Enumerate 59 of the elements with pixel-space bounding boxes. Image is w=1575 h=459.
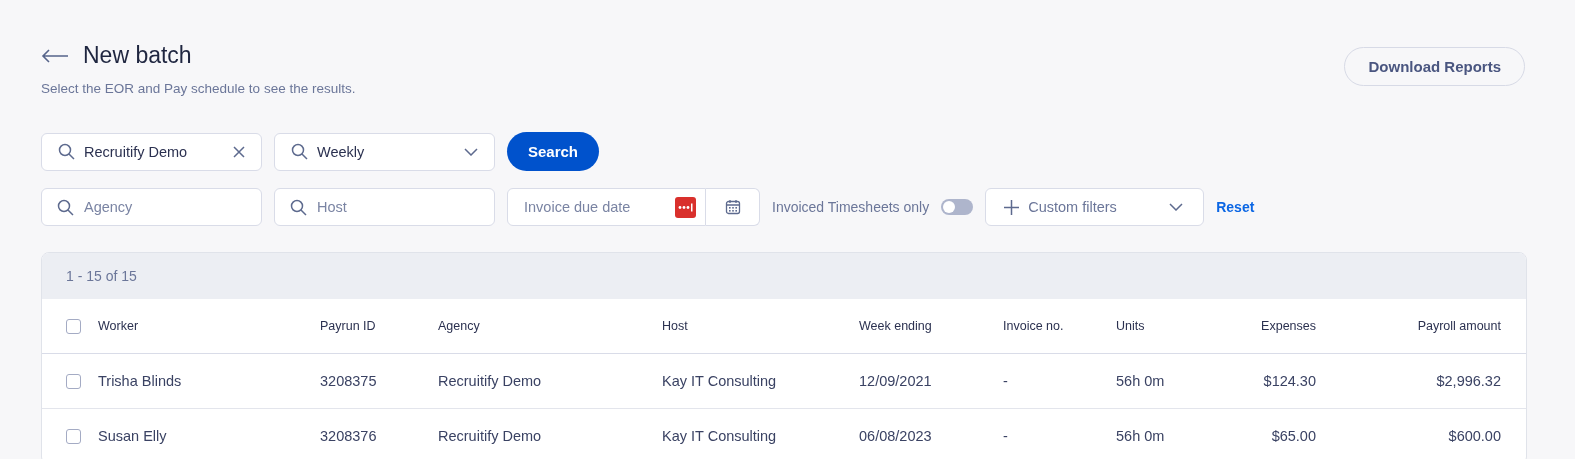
column-header: Expenses (1261, 319, 1316, 333)
column-header: Agency (438, 319, 480, 333)
schedule-value: Weekly (317, 143, 366, 160)
chevron-down-icon (1169, 203, 1184, 211)
plus-icon (1004, 199, 1020, 215)
table-cell: Kay IT Consulting (662, 373, 777, 389)
eor-search-field[interactable]: Recruitify Demo (41, 132, 262, 171)
column-header: Units (1116, 319, 1145, 333)
table-cell: Trisha Blinds (98, 373, 182, 389)
column-header: Payrun ID (320, 319, 376, 333)
calendar-button[interactable] (706, 188, 760, 226)
column-header: Worker (98, 319, 139, 333)
table-cell: 56h 0m (1116, 373, 1165, 389)
select-all-checkbox[interactable] (66, 318, 81, 334)
column-header: Payroll amount (1417, 319, 1501, 333)
table-cell: 12/09/2021 (859, 373, 932, 389)
table-cell: 06/08/2023 (859, 428, 932, 444)
custom-filters-label: Custom filters (1028, 199, 1118, 215)
table-cell: - (1003, 428, 1008, 444)
search-button[interactable]: Search (507, 132, 600, 171)
table-cell: $2,996.32 (1436, 373, 1501, 389)
row-checkbox[interactable] (66, 373, 81, 389)
table-cell: $65.00 (1271, 428, 1316, 444)
results-count: 1 - 15 of 15 (66, 268, 137, 284)
table-cell: 3208375 (320, 373, 377, 389)
password-manager-icon[interactable] (675, 197, 696, 218)
reset-link[interactable]: Reset (1216, 199, 1255, 215)
chevron-down-icon (464, 147, 478, 156)
invoiced-only-toggle[interactable] (941, 199, 974, 215)
page-title: New batch (83, 42, 192, 69)
column-header: Invoice no. (1003, 319, 1064, 333)
download-reports-button[interactable]: Download Reports (1344, 47, 1525, 86)
invoiced-only-label: Invoiced Timesheets only (772, 199, 930, 215)
table-cell: Kay IT Consulting (662, 428, 777, 444)
search-icon (290, 199, 307, 216)
column-header: Week ending (859, 319, 932, 333)
column-header: Host (662, 319, 688, 333)
schedule-dropdown[interactable]: Weekly (274, 132, 495, 171)
search-icon (57, 199, 74, 216)
table-cell: $124.30 (1263, 373, 1316, 389)
clear-icon[interactable] (233, 145, 245, 158)
table-cell: Recruitify Demo (438, 428, 542, 444)
agency-field[interactable]: Agency (41, 188, 262, 226)
row-checkbox[interactable] (66, 428, 81, 444)
back-arrow-icon[interactable] (41, 48, 69, 63)
search-icon (58, 143, 75, 160)
calendar-icon (724, 199, 741, 215)
eor-value: Recruitify Demo (84, 143, 189, 160)
host-field[interactable]: Host (274, 188, 495, 226)
search-icon (291, 143, 308, 160)
table-cell: Recruitify Demo (438, 373, 542, 389)
invoice-due-date-field[interactable]: Invoice due date (507, 188, 706, 226)
table-cell: Susan Elly (98, 428, 167, 444)
table-cell: - (1003, 373, 1008, 389)
table-cell: 3208376 (320, 428, 377, 444)
table-cell: $600.00 (1448, 428, 1501, 444)
table-cell: 56h 0m (1116, 428, 1165, 444)
page-subtitle: Select the EOR and Pay schedule to see the results. (41, 81, 356, 96)
custom-filters-dropdown[interactable]: Custom filters (985, 188, 1205, 226)
